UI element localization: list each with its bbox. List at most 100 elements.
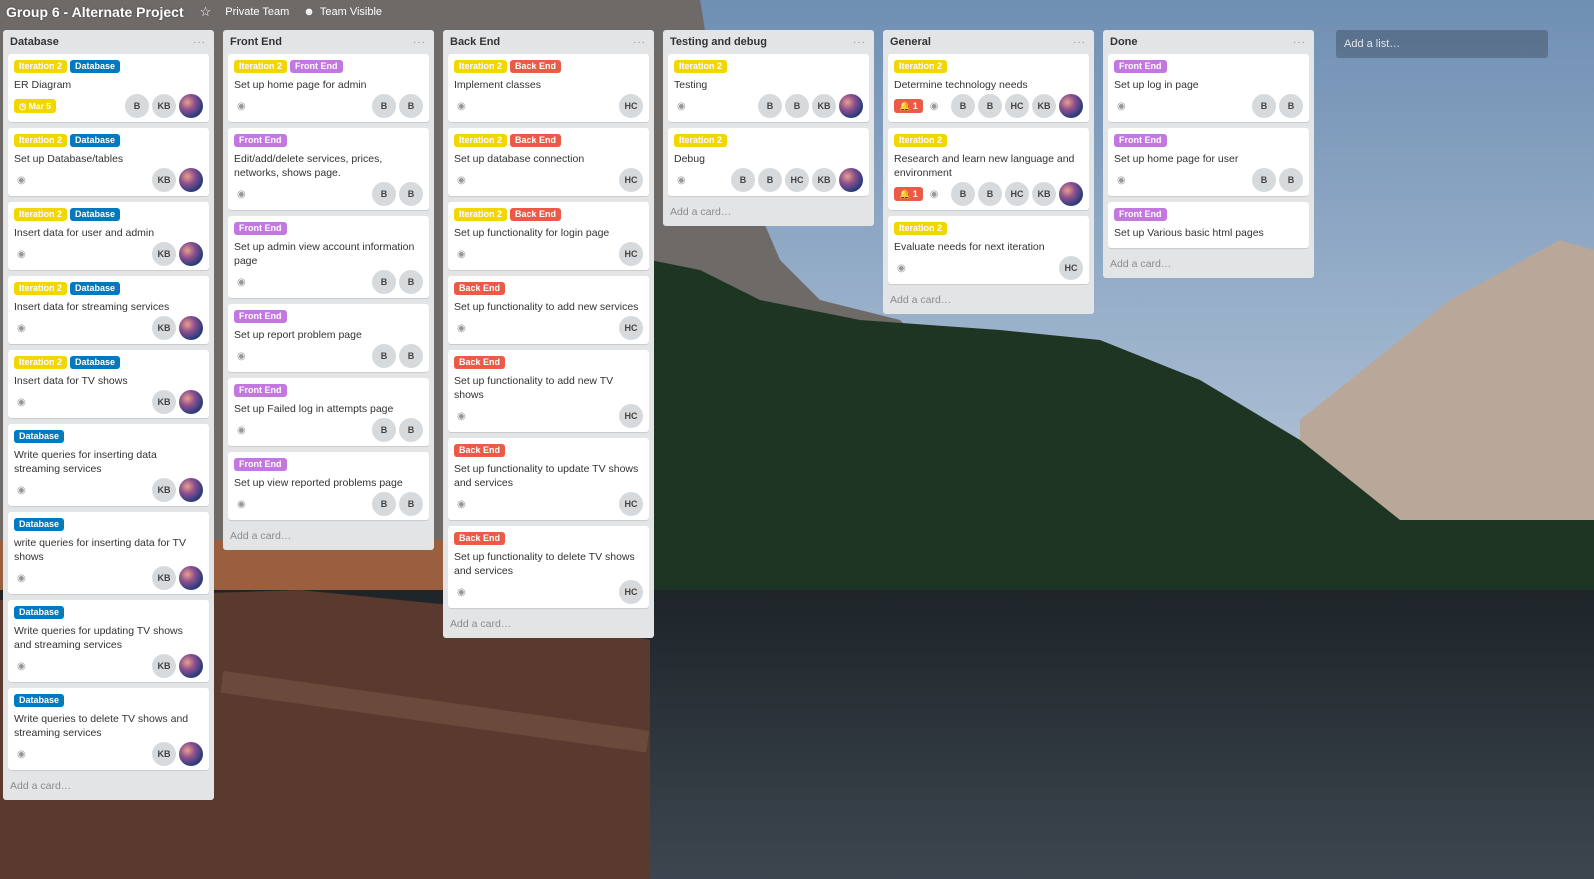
member-avatar[interactable]: B [399, 492, 423, 516]
member-photo-avatar[interactable] [839, 168, 863, 192]
member-avatar[interactable]: B [731, 168, 755, 192]
list-title[interactable]: General [890, 36, 931, 48]
card[interactable]: Iteration 2 Debug ◉ B B HC KB [668, 128, 869, 196]
card[interactable]: Iteration 2 Testing ◉ B B KB [668, 54, 869, 122]
card[interactable]: Database Write queries to delete TV shows… [8, 688, 209, 770]
member-photo-avatar[interactable] [179, 94, 203, 118]
member-avatar[interactable]: B [951, 182, 975, 206]
member-avatar[interactable]: B [758, 94, 782, 118]
card[interactable]: Front End Set up log in page ◉ B B [1108, 54, 1309, 122]
member-avatar[interactable]: HC [785, 168, 809, 192]
card[interactable]: Front End Set up Failed log in attempts p… [228, 378, 429, 446]
member-photo-avatar[interactable] [1059, 182, 1083, 206]
card[interactable]: Iteration 2 Database Set up Database/table… [8, 128, 209, 196]
member-photo-avatar[interactable] [179, 742, 203, 766]
card[interactable]: Front End Edit/add/delete services, price… [228, 128, 429, 210]
member-photo-avatar[interactable] [179, 566, 203, 590]
add-card-button[interactable]: Add a card… [3, 776, 214, 794]
add-card-button[interactable]: Add a card… [883, 290, 1094, 308]
member-avatar[interactable]: B [758, 168, 782, 192]
card[interactable]: Back End Set up functionality to add new … [448, 276, 649, 344]
list-menu-icon[interactable]: ··· [193, 37, 206, 48]
card[interactable]: Iteration 2 Database Insert data for strea… [8, 276, 209, 344]
add-card-button[interactable]: Add a card… [663, 202, 874, 220]
card[interactable]: Database Write queries for inserting data… [8, 424, 209, 506]
card[interactable]: Iteration 2 Back End Implement classes ◉ HC [448, 54, 649, 122]
team-visible-button[interactable]: ☻ Team Visible [303, 6, 382, 18]
member-photo-avatar[interactable] [179, 316, 203, 340]
list-title[interactable]: Back End [450, 36, 500, 48]
card[interactable]: Front End Set up report problem page ◉ B B [228, 304, 429, 372]
member-photo-avatar[interactable] [179, 390, 203, 414]
member-avatar[interactable]: B [1279, 168, 1303, 192]
list-menu-icon[interactable]: ··· [413, 37, 426, 48]
card[interactable]: Iteration 2 Database Insert data for TV sh… [8, 350, 209, 418]
member-photo-avatar[interactable] [179, 242, 203, 266]
member-avatar[interactable]: KB [152, 654, 176, 678]
card[interactable]: Front End Set up view reported problems p… [228, 452, 429, 520]
member-avatar[interactable]: HC [619, 580, 643, 604]
member-avatar[interactable]: B [372, 94, 396, 118]
card[interactable]: Iteration 2 Front End Set up home page for… [228, 54, 429, 122]
member-avatar[interactable]: KB [812, 168, 836, 192]
member-avatar[interactable]: HC [1005, 94, 1029, 118]
member-avatar[interactable]: KB [152, 242, 176, 266]
add-card-button[interactable]: Add a card… [1103, 254, 1314, 272]
member-avatar[interactable]: B [399, 270, 423, 294]
card[interactable]: Back End Set up functionality to delete T… [448, 526, 649, 608]
member-avatar[interactable]: B [399, 182, 423, 206]
list-menu-icon[interactable]: ··· [853, 37, 866, 48]
member-avatar[interactable]: KB [152, 168, 176, 192]
member-avatar[interactable]: HC [619, 168, 643, 192]
member-avatar[interactable]: B [1252, 94, 1276, 118]
list-menu-icon[interactable]: ··· [1293, 37, 1306, 48]
list-title[interactable]: Front End [230, 36, 282, 48]
member-photo-avatar[interactable] [179, 168, 203, 192]
member-avatar[interactable]: B [399, 344, 423, 368]
card[interactable]: Iteration 2 Database Insert data for user … [8, 202, 209, 270]
list-title[interactable]: Done [1110, 36, 1138, 48]
member-avatar[interactable]: HC [619, 316, 643, 340]
board-title[interactable]: Group 6 - Alternate Project [6, 4, 184, 20]
list-menu-icon[interactable]: ··· [633, 37, 646, 48]
member-avatar[interactable]: KB [152, 94, 176, 118]
member-avatar[interactable]: KB [1032, 182, 1056, 206]
member-avatar[interactable]: HC [619, 242, 643, 266]
card[interactable]: Iteration 2 Determine technology needs 🔔 1… [888, 54, 1089, 122]
member-avatar[interactable]: HC [619, 94, 643, 118]
add-list-button[interactable]: Add a list… [1336, 30, 1548, 58]
list-menu-icon[interactable]: ··· [1073, 37, 1086, 48]
list-title[interactable]: Database [10, 36, 59, 48]
member-avatar[interactable]: B [1279, 94, 1303, 118]
card[interactable]: Iteration 2 Research and learn new langua… [888, 128, 1089, 210]
member-photo-avatar[interactable] [179, 654, 203, 678]
member-avatar[interactable]: KB [152, 390, 176, 414]
member-photo-avatar[interactable] [839, 94, 863, 118]
member-avatar[interactable]: B [399, 418, 423, 442]
member-avatar[interactable]: KB [1032, 94, 1056, 118]
card[interactable]: Database Write queries for updating TV sh… [8, 600, 209, 682]
card[interactable]: Database write queries for inserting data… [8, 512, 209, 594]
member-avatar[interactable]: KB [152, 742, 176, 766]
member-avatar[interactable]: B [1252, 168, 1276, 192]
add-card-button[interactable]: Add a card… [223, 526, 434, 544]
member-avatar[interactable]: KB [152, 316, 176, 340]
member-avatar[interactable]: B [372, 182, 396, 206]
member-photo-avatar[interactable] [179, 478, 203, 502]
card[interactable]: Front End Set up Various basic html pages [1108, 202, 1309, 248]
add-card-button[interactable]: Add a card… [443, 614, 654, 632]
member-avatar[interactable]: B [372, 270, 396, 294]
member-avatar[interactable]: KB [152, 566, 176, 590]
member-avatar[interactable]: B [372, 418, 396, 442]
member-avatar[interactable]: B [785, 94, 809, 118]
member-avatar[interactable]: B [399, 94, 423, 118]
member-avatar[interactable]: B [978, 94, 1002, 118]
member-avatar[interactable]: B [978, 182, 1002, 206]
member-avatar[interactable]: HC [619, 492, 643, 516]
card[interactable]: Back End Set up functionality to add new … [448, 350, 649, 432]
member-avatar[interactable]: HC [1059, 256, 1083, 280]
member-avatar[interactable]: KB [152, 478, 176, 502]
member-photo-avatar[interactable] [1059, 94, 1083, 118]
card[interactable]: Iteration 2 Evaluate needs for next itera… [888, 216, 1089, 284]
member-avatar[interactable]: HC [619, 404, 643, 428]
